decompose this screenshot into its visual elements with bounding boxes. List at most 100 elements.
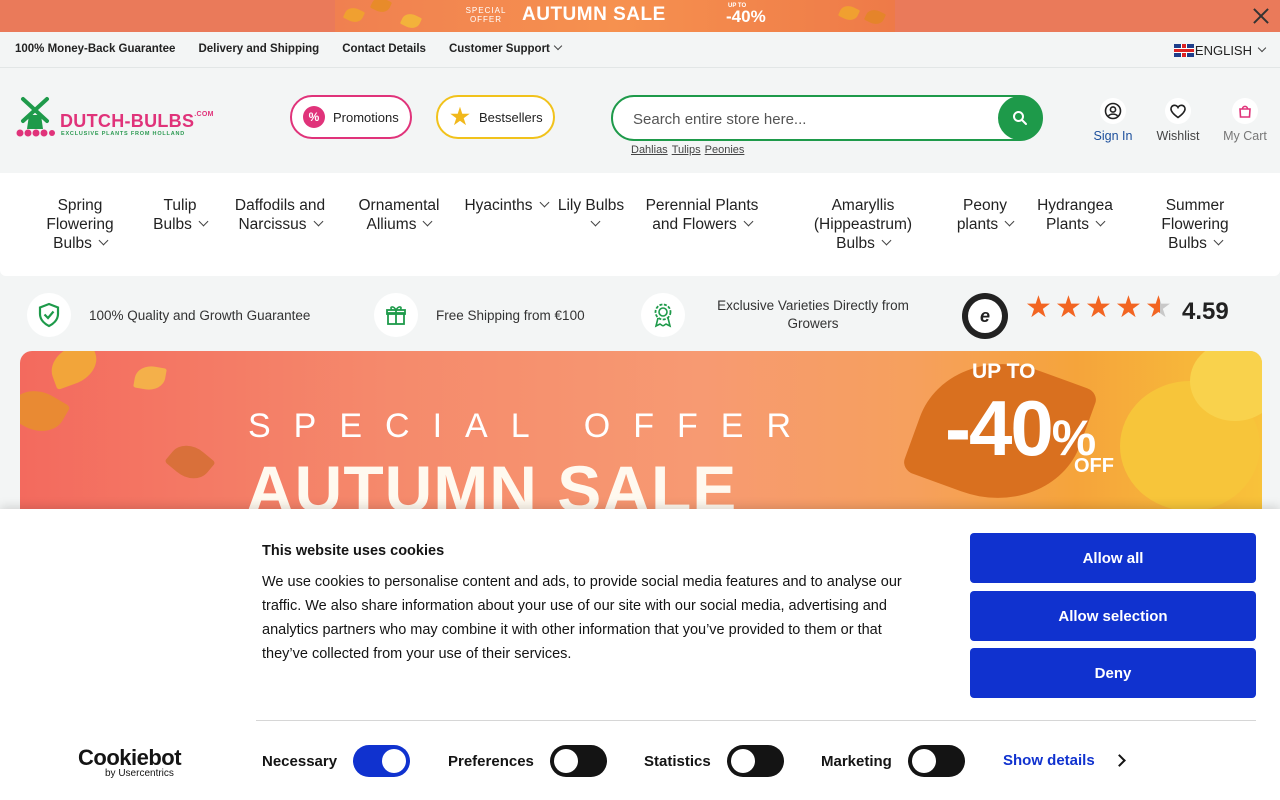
necessary-label: Necessary [262, 752, 338, 770]
promo-special-offer: SPECIAL OFFER [465, 6, 507, 24]
nav-item-lily-bulbs[interactable]: Lily Bulbs [556, 196, 626, 234]
nav-item-peony[interactable]: Peony plants [944, 196, 1026, 234]
statistics-toggle-group: Statistics [644, 745, 784, 777]
nav-label: Perennial Plants and Flowers [645, 197, 759, 233]
divider [256, 720, 1256, 721]
shipping-badge: Free Shipping from €100 [374, 293, 585, 337]
show-details-link[interactable]: Show details [1003, 752, 1126, 769]
search-input[interactable] [633, 107, 993, 131]
cart-link[interactable]: My Cart [1215, 98, 1275, 143]
chevron-down-icon [198, 216, 209, 227]
cookie-consent-dialog: This website uses cookies We use cookies… [0, 509, 1280, 800]
varieties-badge: Exclusive Varieties Directly from Grower… [641, 293, 923, 337]
leaf-decoration [45, 351, 103, 391]
search-button[interactable] [998, 96, 1042, 140]
delivery-link[interactable]: Delivery and Shipping [198, 43, 319, 55]
chevron-down-icon [590, 216, 600, 227]
nav-item-spring-bulbs[interactable]: Spring Flowering Bulbs [40, 196, 120, 253]
nav-item-tulip-bulbs[interactable]: Tulip Bulbs [144, 196, 216, 234]
marketing-toggle[interactable] [907, 745, 965, 777]
search-box [611, 95, 1043, 141]
nav-label: Ornamental Alliums [358, 197, 440, 233]
chevron-down-icon [1004, 216, 1015, 227]
star-full-icon: ★ [1085, 291, 1112, 324]
banner-discount: -40% [945, 383, 1096, 474]
chevron-down-icon [1257, 43, 1267, 52]
nav-item-daffodils[interactable]: Daffodils and Narcissus [224, 196, 336, 234]
logo-suffix: .COM [194, 111, 214, 118]
sign-in-link[interactable]: Sign In [1083, 98, 1143, 143]
customer-support-label: Customer Support [448, 43, 550, 55]
cookiebot-logo[interactable]: Cookiebot by Usercentrics [78, 745, 182, 779]
money-back-link[interactable]: 100% Money-Back Guarantee [15, 43, 175, 55]
banner-special-offer: SPECIAL OFFER [248, 407, 815, 445]
chevron-down-icon [313, 216, 323, 227]
allow-all-button[interactable]: Allow all [970, 533, 1256, 583]
nav-item-perennials[interactable]: Perennial Plants and Flowers [634, 196, 770, 234]
nav-item-hyacinths[interactable]: Hyacinths [454, 196, 558, 215]
allow-selection-button[interactable]: Allow selection [970, 591, 1256, 641]
site-logo[interactable]: DUTCH-BULBS.COM EXCLUSIVE PLANTS FROM HO… [15, 95, 215, 143]
wishlist-link[interactable]: Wishlist [1148, 98, 1208, 143]
promo-title: AUTUMN SALE [522, 4, 666, 25]
nav-label: Amaryllis (Hippeastrum) Bulbs [813, 197, 913, 252]
cookiebot-sub: by Usercentrics [105, 768, 174, 779]
shield-check-icon [27, 293, 71, 337]
varieties-text: Exclusive Varieties Directly from Grower… [717, 298, 909, 331]
trusted-shops-seal-icon[interactable]: e [962, 293, 1008, 339]
chevron-down-icon [881, 235, 892, 246]
close-icon[interactable] [1250, 5, 1272, 27]
customer-support-menu[interactable]: Customer Support [448, 41, 563, 55]
uk-flag-icon [1173, 44, 1194, 57]
search-quick-links: Dahlias Tulips Peonies [631, 144, 744, 156]
nav-label: Peony plants [956, 197, 1007, 233]
award-badge-icon [641, 293, 685, 337]
language-label: ENGLISH [1194, 43, 1252, 58]
hero-banner[interactable]: SPECIAL OFFER AUTUMN SALE UP TO -40% OFF [20, 351, 1262, 509]
statistics-toggle[interactable] [726, 745, 784, 777]
quick-link-dahlias[interactable]: Dahlias [631, 144, 668, 156]
nav-label: Lily Bulbs [557, 197, 625, 214]
utility-bar: 100% Money-Back Guarantee Delivery and S… [0, 32, 1280, 68]
user-icon [1100, 98, 1126, 124]
star-full-icon: ★ [1115, 291, 1142, 324]
sign-in-label: Sign In [1093, 129, 1133, 143]
cookie-title: This website uses cookies [262, 543, 445, 559]
chevron-down-icon [539, 197, 549, 208]
chevron-down-icon [553, 41, 563, 51]
nav-label: Daffodils and Narcissus [234, 197, 326, 233]
banner-title: AUTUMN SALE [246, 452, 738, 509]
promo-strip[interactable]: SPECIAL OFFER AUTUMN SALE UP TO -40% [0, 0, 1280, 32]
contact-link[interactable]: Contact Details [342, 43, 426, 55]
nav-label: Hydrangea Plants [1037, 197, 1113, 233]
necessary-toggle[interactable] [353, 745, 411, 777]
star-partial-icon: ★ [1145, 291, 1172, 324]
nav-label: Hyacinths [464, 197, 533, 214]
nav-label: Tulip Bulbs [153, 197, 197, 233]
banner-discount-value: -40 [945, 384, 1054, 472]
site-header: DUTCH-BULBS.COM EXCLUSIVE PLANTS FROM HO… [0, 68, 1280, 173]
preferences-toggle[interactable] [549, 745, 607, 777]
nav-item-summer-bulbs[interactable]: Summer Flowering Bulbs [1150, 196, 1240, 253]
promotions-button[interactable]: % Promotions [290, 95, 412, 139]
deny-button[interactable]: Deny [970, 648, 1256, 698]
chevron-down-icon [98, 235, 109, 246]
rating-value: 4.59 [1182, 298, 1229, 325]
search-icon [1013, 111, 1027, 125]
language-selector[interactable]: ENGLISH [1173, 43, 1267, 58]
quick-link-tulips[interactable]: Tulips [672, 144, 701, 156]
logo-tagline: EXCLUSIVE PLANTS FROM HOLLAND [61, 131, 186, 137]
bestsellers-button[interactable]: ★ Bestsellers [436, 95, 555, 139]
promotions-label: Promotions [333, 109, 399, 125]
quick-link-peonies[interactable]: Peonies [705, 144, 745, 156]
chevron-down-icon [1213, 235, 1224, 246]
chevron-down-icon [1095, 216, 1106, 227]
star-full-icon: ★ [1055, 291, 1082, 324]
nav-item-amaryllis[interactable]: Amaryllis (Hippeastrum) Bulbs [800, 196, 926, 253]
category-nav: Spring Flowering Bulbs Tulip Bulbs Daffo… [0, 173, 1280, 276]
wishlist-label: Wishlist [1156, 129, 1200, 143]
nav-item-hydrangea[interactable]: Hydrangea Plants [1030, 196, 1120, 234]
chevron-down-icon [423, 216, 433, 227]
nav-item-alliums[interactable]: Ornamental Alliums [350, 196, 448, 234]
chevron-right-icon [1112, 754, 1126, 767]
